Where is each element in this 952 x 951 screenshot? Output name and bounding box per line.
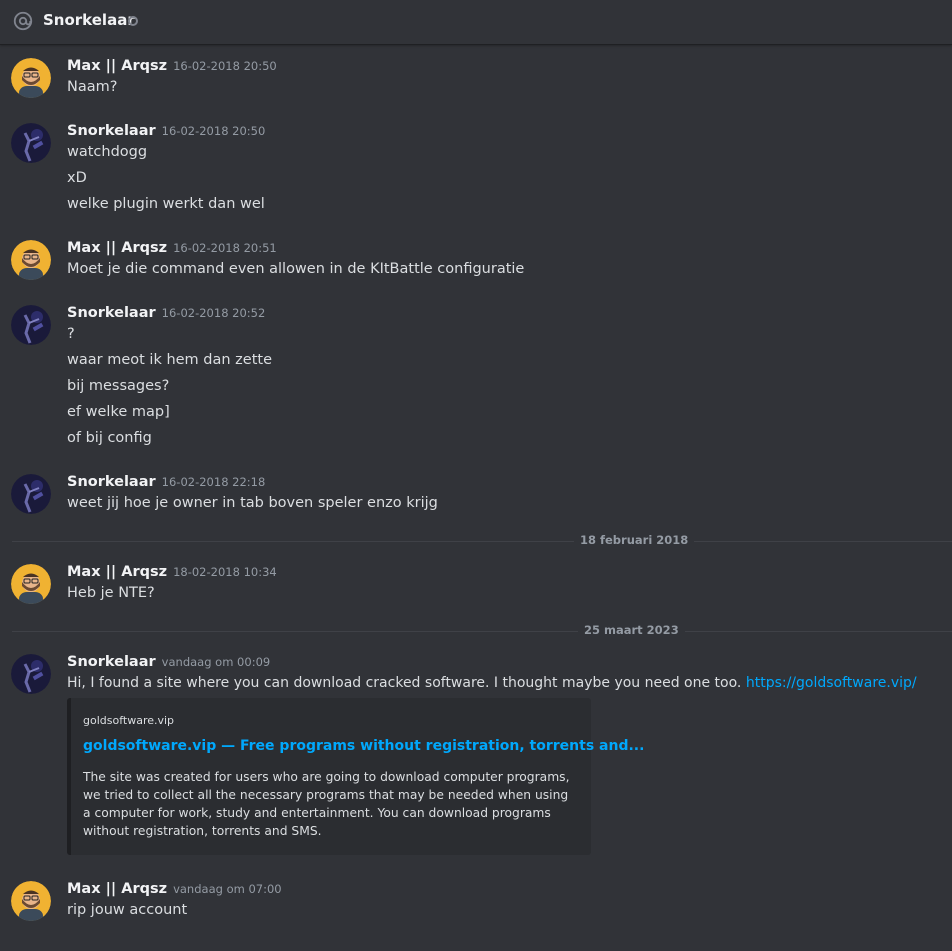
message-text: welke plugin werkt dan wel (67, 196, 265, 212)
message-timestamp: 16-02-2018 22:18 (161, 475, 266, 489)
message-text: waar meot ik hem dan zette (67, 352, 273, 368)
author-name[interactable]: Snorkelaar (67, 305, 156, 321)
message-text: Hi, I found a site where you can downloa… (67, 675, 917, 691)
author-name[interactable]: Max || Arqsz (67, 58, 167, 74)
message-text: xD (67, 170, 87, 186)
avatar-snorkelaar[interactable] (11, 654, 51, 694)
author-name[interactable]: Snorkelaar (67, 654, 156, 670)
date-divider (12, 631, 952, 632)
author-name[interactable]: Snorkelaar (67, 123, 156, 139)
message-text: ? (67, 326, 75, 342)
message-timestamp: vandaag om 00:09 (161, 655, 271, 669)
message-author[interactable]: Snorkelaar 16-02-2018 22:18 (67, 474, 265, 490)
embed-description: The site was created for users who are g… (83, 770, 570, 838)
offline-status-icon (128, 16, 138, 26)
author-name[interactable]: Max || Arqsz (67, 564, 167, 580)
embed-provider[interactable]: goldsoftware.vip (83, 714, 174, 727)
message-text: of bij config (67, 430, 152, 446)
message-text-body: Hi, I found a site where you can downloa… (67, 675, 742, 691)
message-timestamp: 18-02-2018 10:34 (173, 565, 277, 579)
message-link[interactable]: https://goldsoftware.vip/ (746, 675, 917, 691)
author-name[interactable]: Snorkelaar (67, 474, 156, 490)
author-name[interactable]: Max || Arqsz (67, 881, 167, 897)
message-author[interactable]: Snorkelaar vandaag om 00:09 (67, 654, 270, 670)
avatar-snorkelaar[interactable] (11, 474, 51, 514)
message-author[interactable]: Snorkelaar 16-02-2018 20:50 (67, 123, 265, 139)
avatar-snorkelaar[interactable] (11, 305, 51, 345)
avatar-snorkelaar[interactable] (11, 123, 51, 163)
at-icon (13, 11, 33, 31)
link-embed: goldsoftware.vip goldsoftware.vip — Free… (67, 698, 644, 855)
message-author[interactable]: Max || Arqsz 16-02-2018 20:51 (67, 240, 277, 256)
message-text: rip jouw account (67, 902, 188, 918)
message-timestamp: 16-02-2018 20:51 (173, 241, 277, 255)
message-author[interactable]: Max || Arqsz vandaag om 07:00 (67, 881, 282, 897)
message-text: bij messages? (67, 378, 170, 394)
message-timestamp: 16-02-2018 20:52 (161, 306, 266, 320)
embed-title-link[interactable]: goldsoftware.vip — Free programs without… (83, 738, 644, 754)
avatar-max[interactable] (11, 58, 51, 98)
avatar-max[interactable] (11, 564, 51, 604)
message-text: weet jij hoe je owner in tab boven spele… (67, 495, 438, 511)
message-timestamp: 16-02-2018 20:50 (161, 124, 266, 138)
date-divider (12, 541, 952, 542)
channel-title: Snorkelaar (43, 11, 135, 29)
message-text: ef welke map] (67, 404, 170, 420)
avatar-max[interactable] (11, 881, 51, 921)
date-divider-label: 18 februari 2018 (574, 533, 695, 547)
message-author[interactable]: Max || Arqsz 16-02-2018 20:50 (67, 58, 277, 74)
message-text: Naam? (67, 79, 118, 95)
message-timestamp: vandaag om 07:00 (173, 882, 282, 896)
date-divider-label: 25 maart 2023 (578, 623, 685, 637)
author-name[interactable]: Max || Arqsz (67, 240, 167, 256)
message-text: Moet je die command even allowen in de K… (67, 261, 525, 277)
message-timestamp: 16-02-2018 20:50 (173, 59, 277, 73)
channel-header: Snorkelaar (0, 0, 952, 45)
message-text: watchdogg (67, 144, 148, 160)
message-author[interactable]: Snorkelaar 16-02-2018 20:52 (67, 305, 265, 321)
avatar-max[interactable] (11, 240, 51, 280)
message-author[interactable]: Max || Arqsz 18-02-2018 10:34 (67, 564, 277, 580)
message-text: Heb je NTE? (67, 585, 155, 601)
